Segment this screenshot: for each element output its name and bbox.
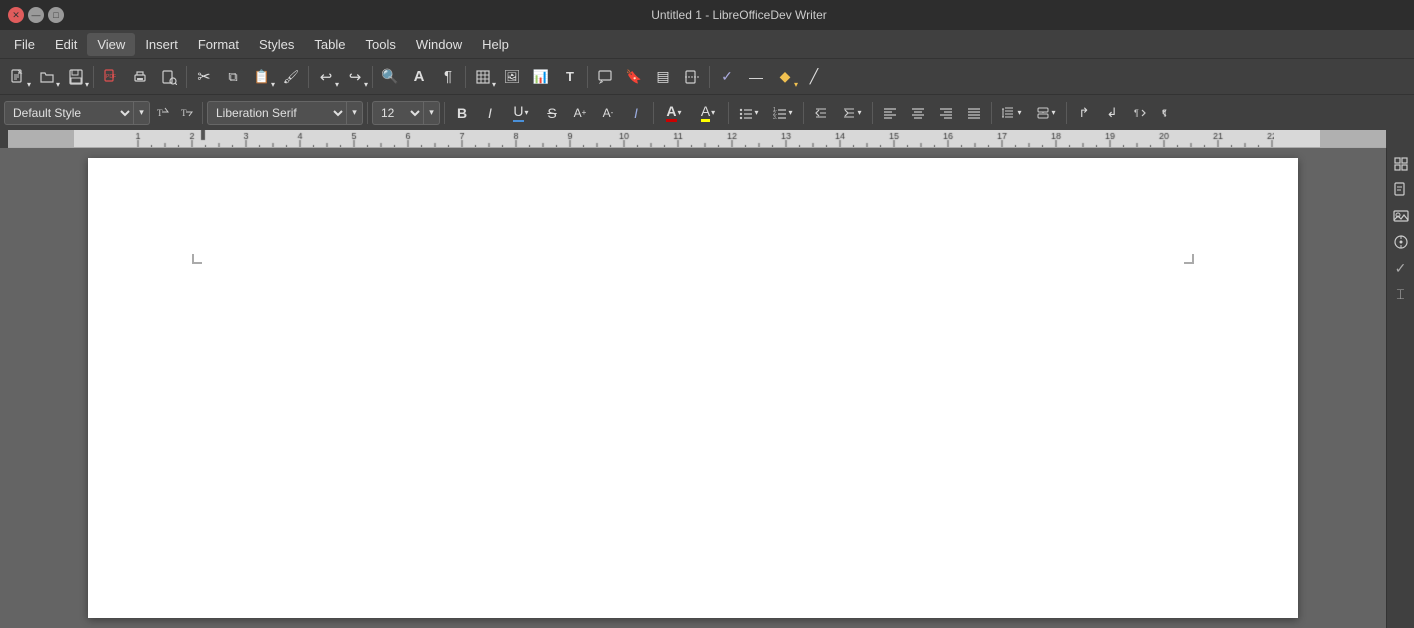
font-select[interactable]: Liberation Serif [207, 101, 347, 125]
sidebar-validate-button[interactable]: ✓ [1389, 256, 1413, 280]
redo-button[interactable]: ↪ [341, 63, 369, 91]
ruler [8, 130, 1386, 148]
font-size-arrow[interactable]: ▾ [424, 101, 440, 125]
svg-text:3.: 3. [773, 115, 777, 120]
italic-button[interactable]: I [477, 100, 503, 126]
menu-edit[interactable]: Edit [45, 33, 87, 56]
close-button[interactable]: ✕ [8, 7, 24, 23]
menu-insert[interactable]: Insert [135, 33, 188, 56]
svg-text:T: T [157, 108, 163, 118]
menu-window[interactable]: Window [406, 33, 472, 56]
subscript-button[interactable]: A- [595, 100, 621, 126]
unordered-list-button[interactable] [733, 100, 765, 126]
justify-button[interactable] [961, 100, 987, 126]
decrease-indent-button[interactable] [808, 100, 834, 126]
paste-button[interactable]: 📋 [248, 63, 276, 91]
svg-text:¶: ¶ [1134, 108, 1139, 118]
align-left-button[interactable] [877, 100, 903, 126]
insert-pagebreak-button[interactable] [678, 63, 706, 91]
insert-textbox-button[interactable]: T [556, 63, 584, 91]
menu-bar: File Edit View Insert Format Styles Tabl… [0, 30, 1414, 58]
sidebar-styles-button[interactable] [1389, 178, 1413, 202]
rtl-button[interactable]: ↲ [1099, 100, 1125, 126]
margin-corner-tr [1184, 254, 1194, 264]
sidebar-gallery-button[interactable] [1389, 204, 1413, 228]
highlight-button[interactable]: A [692, 100, 724, 126]
align-center-button[interactable] [905, 100, 931, 126]
document-page[interactable] [88, 158, 1298, 618]
ltr-button[interactable]: ↱ [1071, 100, 1097, 126]
window-controls: ✕ — □ [8, 7, 64, 23]
font-select-arrow[interactable]: ▾ [347, 101, 363, 125]
style-select[interactable]: Default Style [4, 101, 134, 125]
formatting-marks-button[interactable]: ¶ [434, 63, 462, 91]
open-button[interactable] [33, 63, 61, 91]
menu-table[interactable]: Table [304, 33, 355, 56]
main-area: ✓ ⌶ [0, 148, 1414, 628]
right-sidebar: ✓ ⌶ [1386, 148, 1414, 628]
menu-format[interactable]: Format [188, 33, 249, 56]
font-size-group: 12 ▾ [372, 101, 440, 125]
insert-comment-button[interactable] [591, 63, 619, 91]
shadow-button[interactable]: I [623, 100, 649, 126]
save-button[interactable] [62, 63, 90, 91]
clone-format-button[interactable]: 🖌 [277, 63, 305, 91]
insert-field-button[interactable]: ▤ [649, 63, 677, 91]
document-area[interactable] [0, 148, 1386, 628]
line-spacing-button[interactable] [996, 100, 1028, 126]
print-button[interactable] [126, 63, 154, 91]
menu-styles[interactable]: Styles [249, 33, 304, 56]
insert-table-button[interactable] [469, 63, 497, 91]
style-select-arrow[interactable]: ▾ [134, 101, 150, 125]
bold-button[interactable]: B [449, 100, 475, 126]
menu-tools[interactable]: Tools [355, 33, 405, 56]
ltr-para-button[interactable]: ¶ [1127, 100, 1153, 126]
superscript-button[interactable]: A+ [567, 100, 593, 126]
print-preview-button[interactable] [155, 63, 183, 91]
export-pdf-button[interactable]: PDF [97, 63, 125, 91]
maximize-button[interactable]: □ [48, 7, 64, 23]
menu-view[interactable]: View [87, 33, 135, 56]
margin-corner-tl [192, 254, 202, 264]
insert-chart-button[interactable]: 📊 [527, 63, 555, 91]
check-button[interactable]: — [742, 63, 770, 91]
new-button[interactable] [4, 63, 32, 91]
insert-image-button[interactable]: 🖼 [498, 63, 526, 91]
rtl-para-button[interactable]: ¶ [1155, 100, 1181, 126]
title-bar: ✕ — □ Untitled 1 - LibreOfficeDev Writer [0, 0, 1414, 30]
spellcheck-button[interactable]: ✓ [713, 63, 741, 91]
sidebar-cursor-button[interactable]: ⌶ [1389, 282, 1413, 306]
format-toolbar: Default Style ▾ T T Liberation Serif ▾ 1… [0, 94, 1414, 130]
find-button[interactable]: 🔍 [376, 63, 404, 91]
main-toolbar: PDF ✂ ⧉ 📋 🖌 ↩ ↪ 🔍 A ¶ 🖼 📊 T 🔖 ▤ [0, 58, 1414, 94]
copy-button[interactable]: ⧉ [219, 63, 247, 91]
undo-button[interactable]: ↩ [312, 63, 340, 91]
character-styles-button[interactable]: A [405, 63, 433, 91]
svg-text:T: T [181, 108, 187, 118]
sidebar-properties-button[interactable] [1389, 152, 1413, 176]
svg-text:PDF: PDF [106, 74, 116, 80]
strikethrough-button[interactable]: S [539, 100, 565, 126]
increase-indent-button[interactable] [836, 100, 868, 126]
font-selector-group: Liberation Serif ▾ [207, 101, 363, 125]
font-size-select[interactable]: 12 [372, 101, 424, 125]
cut-button[interactable]: ✂ [190, 63, 218, 91]
draw-line-button[interactable]: ╱ [800, 63, 828, 91]
menu-file[interactable]: File [4, 33, 45, 56]
para-spacing-button[interactable] [1030, 100, 1062, 126]
font-color-button[interactable]: A [658, 100, 690, 126]
text-style-up-button[interactable]: T [152, 100, 174, 126]
ordered-list-button[interactable]: 1.2.3. [767, 100, 799, 126]
text-style-down-button[interactable]: T [176, 100, 198, 126]
shapes-button[interactable]: ◆ [771, 63, 799, 91]
insert-bookmark-button[interactable]: 🔖 [620, 63, 648, 91]
menu-help[interactable]: Help [472, 33, 519, 56]
align-right-button[interactable] [933, 100, 959, 126]
style-selector-group: Default Style ▾ [4, 101, 150, 125]
sidebar-navigator-button[interactable] [1389, 230, 1413, 254]
minimize-button[interactable]: — [28, 7, 44, 23]
underline-button[interactable]: U [505, 100, 537, 126]
window-title: Untitled 1 - LibreOfficeDev Writer [72, 8, 1406, 22]
